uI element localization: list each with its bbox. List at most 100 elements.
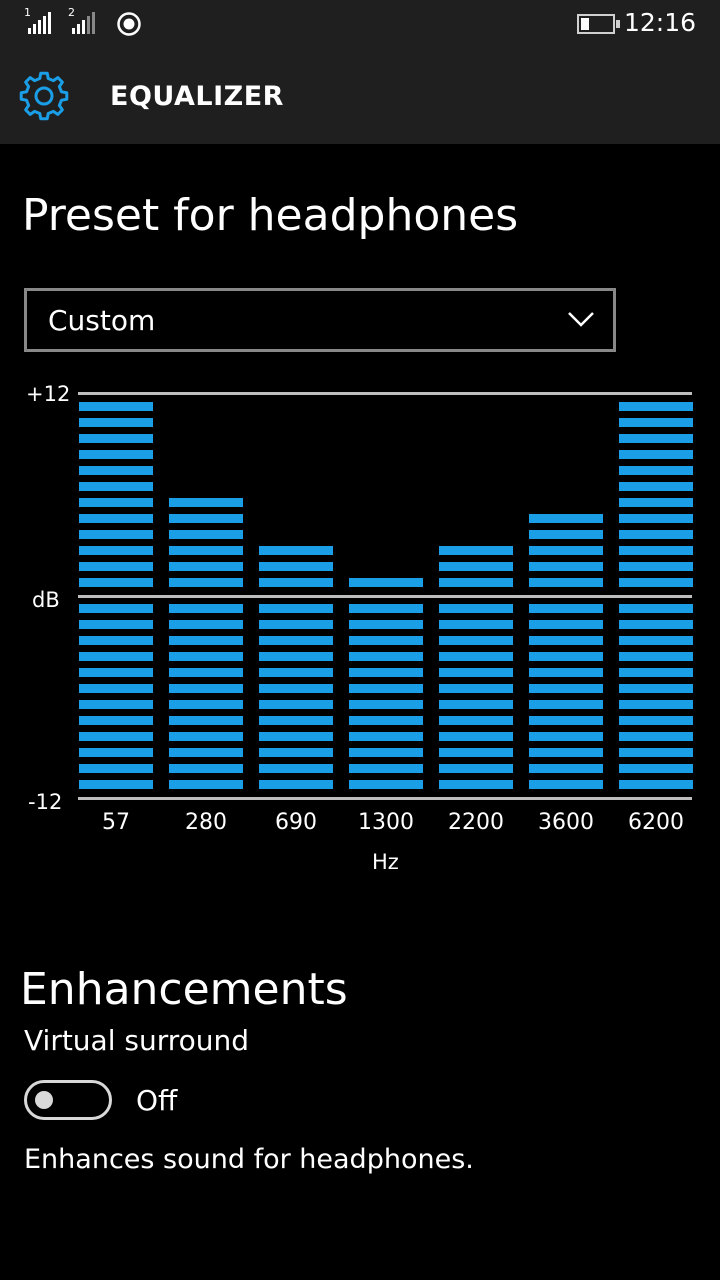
eq-segment bbox=[79, 530, 153, 539]
eq-segment bbox=[619, 418, 693, 427]
eq-segment bbox=[259, 684, 333, 693]
eq-segment bbox=[79, 418, 153, 427]
eq-segment bbox=[529, 684, 603, 693]
eq-freq-label: 1300 bbox=[358, 810, 414, 835]
eq-segment bbox=[619, 732, 693, 741]
eq-segment bbox=[619, 636, 693, 645]
eq-segment bbox=[619, 748, 693, 757]
equalizer-chart: +12 dB -12 57 280 690 1300 2200 3600 6200 Hz bbox=[0, 370, 720, 890]
battery-icon bbox=[577, 14, 620, 34]
eq-segment bbox=[169, 562, 243, 571]
eq-segment bbox=[439, 562, 513, 571]
eq-segment bbox=[79, 546, 153, 555]
eq-segment bbox=[619, 604, 693, 613]
eq-segment bbox=[79, 780, 153, 789]
eq-segment bbox=[169, 684, 243, 693]
eq-segment bbox=[619, 652, 693, 661]
eq-segment bbox=[259, 578, 333, 587]
eq-freq-label: 3600 bbox=[538, 810, 594, 835]
chevron-down-icon bbox=[568, 312, 594, 327]
eq-segment bbox=[259, 562, 333, 571]
eq-segment bbox=[619, 668, 693, 677]
eq-segment bbox=[349, 732, 423, 741]
preset-dropdown[interactable]: Custom bbox=[24, 288, 616, 352]
eq-segment bbox=[439, 652, 513, 661]
eq-segment bbox=[169, 578, 243, 587]
eq-segment bbox=[169, 700, 243, 709]
eq-freq-label: 280 bbox=[185, 810, 227, 835]
virtual-surround-toggle[interactable] bbox=[24, 1080, 112, 1120]
eq-segment bbox=[79, 620, 153, 629]
eq-bottom-label: -12 bbox=[28, 790, 63, 814]
eq-segment bbox=[79, 514, 153, 523]
eq-segment bbox=[619, 546, 693, 555]
eq-segment bbox=[529, 668, 603, 677]
eq-segment bbox=[529, 636, 603, 645]
eq-segment bbox=[79, 732, 153, 741]
enhancements-description: Enhances sound for headphones. bbox=[24, 1144, 474, 1175]
eq-segment bbox=[259, 546, 333, 555]
eq-segment bbox=[169, 652, 243, 661]
eq-segment bbox=[439, 604, 513, 613]
eq-segment bbox=[439, 684, 513, 693]
eq-hz-label: Hz bbox=[372, 850, 399, 874]
eq-segment bbox=[259, 780, 333, 789]
eq-segment bbox=[529, 562, 603, 571]
status-time: 12:16 bbox=[623, 8, 696, 37]
eq-freq-label: 2200 bbox=[448, 810, 504, 835]
eq-segment bbox=[259, 636, 333, 645]
eq-segment bbox=[529, 700, 603, 709]
eq-segment bbox=[169, 780, 243, 789]
eq-segment bbox=[529, 732, 603, 741]
status-bar: 1 2 12:16 bbox=[0, 0, 720, 48]
sim1-label: 1 bbox=[24, 6, 31, 19]
eq-segment bbox=[619, 530, 693, 539]
eq-segment bbox=[169, 748, 243, 757]
eq-segment bbox=[349, 604, 423, 613]
eq-segment bbox=[619, 620, 693, 629]
virtual-surround-label: Virtual surround bbox=[24, 1024, 250, 1057]
eq-segment bbox=[79, 668, 153, 677]
eq-segment bbox=[79, 434, 153, 443]
eq-segment bbox=[439, 636, 513, 645]
eq-segment bbox=[79, 498, 153, 507]
gear-icon[interactable] bbox=[18, 70, 70, 122]
eq-segment bbox=[169, 668, 243, 677]
eq-segment bbox=[169, 514, 243, 523]
eq-segment bbox=[349, 700, 423, 709]
eq-freq-label: 690 bbox=[275, 810, 317, 835]
eq-segment bbox=[619, 780, 693, 789]
eq-segment bbox=[169, 620, 243, 629]
eq-segment bbox=[259, 732, 333, 741]
eq-segment bbox=[79, 716, 153, 725]
preset-title: Preset for headphones bbox=[22, 190, 519, 241]
eq-segment bbox=[439, 764, 513, 773]
page-title: EQUALIZER bbox=[110, 81, 284, 112]
eq-segment bbox=[169, 732, 243, 741]
eq-segment bbox=[259, 604, 333, 613]
eq-segment bbox=[439, 620, 513, 629]
sim2-label: 2 bbox=[68, 6, 75, 19]
eq-segment bbox=[529, 578, 603, 587]
eq-segment bbox=[349, 780, 423, 789]
eq-segment bbox=[79, 652, 153, 661]
eq-segment bbox=[79, 636, 153, 645]
eq-segment bbox=[349, 652, 423, 661]
app-header: EQUALIZER bbox=[0, 48, 720, 144]
eq-segment bbox=[349, 620, 423, 629]
toggle-knob bbox=[35, 1091, 53, 1109]
eq-segment bbox=[79, 578, 153, 587]
eq-segment bbox=[169, 604, 243, 613]
eq-segment bbox=[259, 700, 333, 709]
battery-fill bbox=[581, 18, 589, 30]
eq-segment bbox=[619, 764, 693, 773]
eq-segment bbox=[439, 700, 513, 709]
eq-db-label: dB bbox=[32, 588, 60, 612]
eq-segment bbox=[439, 716, 513, 725]
eq-segment bbox=[79, 450, 153, 459]
eq-segment bbox=[619, 482, 693, 491]
eq-segment bbox=[619, 716, 693, 725]
eq-bottom-line bbox=[78, 797, 692, 800]
eq-segment bbox=[439, 732, 513, 741]
eq-segment bbox=[439, 780, 513, 789]
